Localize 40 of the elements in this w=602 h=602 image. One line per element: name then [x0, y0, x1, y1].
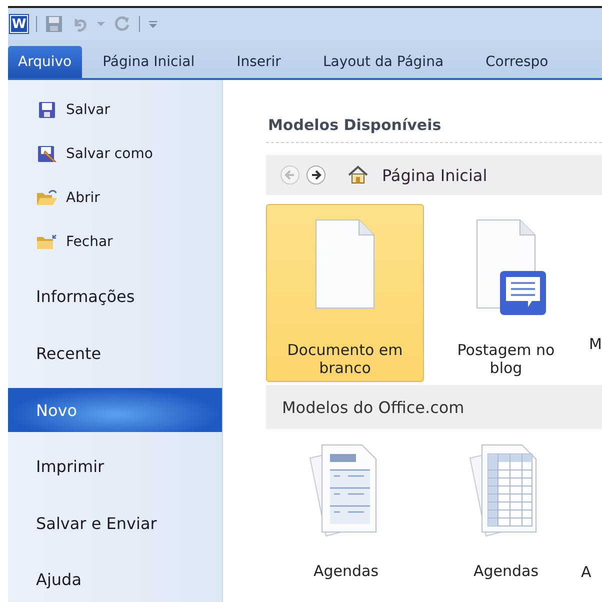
ribbon-tab[interactable]: Layout da Página [302, 46, 465, 78]
section-header: Modelos do Office.com [266, 385, 602, 429]
template-tile[interactable]: Agendas [451, 443, 561, 581]
template-tile[interactable]: M [588, 204, 602, 382]
template-label: Documento em branco [286, 341, 404, 377]
ribbon-tab[interactable]: Arquivo [8, 46, 82, 78]
open-folder-icon [36, 189, 58, 207]
menu-item[interactable]: Salvar [8, 88, 222, 132]
folder-icon [36, 233, 58, 251]
template-label: M [589, 335, 602, 353]
menu-item[interactable]: Recente [8, 325, 222, 382]
save-icon[interactable] [45, 15, 63, 33]
template-label: A [581, 563, 592, 581]
dropdown-caret-icon[interactable] [97, 21, 105, 27]
floppy-pencil-icon [36, 145, 58, 163]
menu-item[interactable]: Informações [8, 268, 222, 325]
menu-item[interactable]: Novo [8, 388, 222, 432]
menu-item[interactable]: Fechar [8, 220, 222, 264]
template-label: Agendas [473, 562, 539, 580]
menu-item[interactable]: Salvar e Enviar [8, 495, 222, 552]
ribbon-tab[interactable]: Inserir [216, 46, 302, 78]
template-tile[interactable]: Postagem no blog [436, 204, 576, 382]
template-tile[interactable]: Documento em branco [266, 204, 424, 382]
menu-item[interactable]: Abrir [8, 176, 222, 220]
breadcrumb-location: Página Inicial [382, 166, 488, 184]
section-title: Modelos Disponíveis [266, 110, 602, 143]
menu-item[interactable]: Imprimir [8, 438, 222, 495]
ribbon-tab[interactable]: Página Inicial [82, 46, 216, 78]
template-tile[interactable]: A [581, 443, 595, 581]
menu-item[interactable]: Ajuda [8, 568, 222, 590]
template-label: Agendas [313, 562, 379, 580]
customize-icon[interactable] [148, 19, 158, 29]
home-icon[interactable] [348, 165, 368, 185]
template-label: Postagem no blog [456, 341, 556, 377]
template-tile[interactable]: Agendas [291, 443, 401, 581]
word-logo-icon[interactable]: W [10, 15, 28, 33]
blank-document-icon [315, 219, 375, 309]
menu-item[interactable]: Salvar como [8, 132, 222, 176]
ribbon-tab[interactable]: Correspo [464, 46, 570, 78]
redo-icon[interactable] [113, 15, 131, 33]
